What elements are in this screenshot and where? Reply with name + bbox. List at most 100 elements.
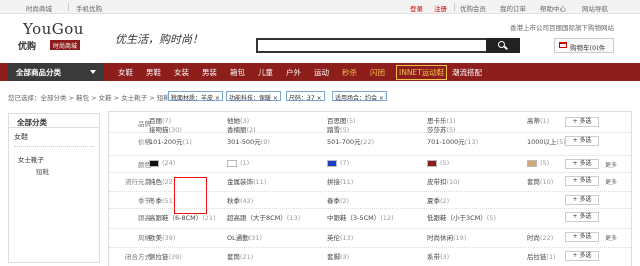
filter-option[interactable]: 系带(3)	[427, 251, 449, 261]
filter-option[interactable]: 英伦(13)	[327, 232, 353, 242]
sidebar-item-womens-shoes[interactable]: 女鞋	[14, 132, 28, 142]
filter-option[interactable]: 夏季(2)	[427, 195, 449, 205]
color-swatch[interactable]	[227, 160, 237, 167]
chip-label: 尺码：37 ×	[289, 95, 322, 102]
category-sidebar: 全部分类 女鞋 女士靴子 短靴	[8, 113, 100, 263]
filter-label: 价格	[138, 138, 151, 146]
vip-link[interactable]: 优购会员	[460, 3, 486, 13]
sidebar-item-ankle-boots[interactable]: 短靴	[36, 166, 49, 176]
nav-item[interactable]: 女鞋	[118, 67, 133, 78]
filter-option-label: 低跟鞋（小于3CM）	[427, 214, 487, 222]
filter-option[interactable]: 701-1000元(13)	[427, 136, 478, 146]
logo-wordmark[interactable]: YouGou	[23, 20, 84, 38]
filter-option-label: 后拉链	[527, 253, 547, 261]
filter-option[interactable]: 501-700元(22)	[327, 136, 374, 146]
filter-option[interactable]: 套筒(10)	[527, 176, 553, 186]
nav-item-flash-sale[interactable]: 秒杀	[342, 67, 357, 78]
filter-option-label: 纯色	[149, 178, 162, 186]
color-swatch[interactable]	[527, 160, 537, 167]
nav-item[interactable]: 户外	[286, 67, 301, 78]
multi-select-button[interactable]: + 多选	[565, 212, 599, 222]
cart-label: 购物车(0)件	[570, 44, 606, 52]
search-input[interactable]	[256, 38, 488, 53]
all-categories-menu[interactable]: 全部商品分类	[8, 63, 104, 81]
sitemap-link[interactable]: 网站导航	[582, 3, 608, 13]
filter-option-count: (13)	[340, 234, 354, 242]
orders-link[interactable]: 我的订单	[500, 3, 526, 13]
filter-option[interactable]: 高蒂(1)	[527, 115, 549, 125]
filter-option[interactable]: (5)	[440, 159, 449, 167]
multi-select-button[interactable]: + 多选	[565, 159, 599, 169]
filter-option[interactable]: (5)	[540, 159, 549, 167]
filter-option[interactable]: (1)	[240, 159, 249, 167]
filter-option[interactable]: 金属装饰(11)	[227, 176, 266, 186]
search-button[interactable]	[486, 38, 520, 53]
filter-label: 品牌	[138, 120, 151, 128]
filter-option[interactable]: 春季(2)	[327, 195, 349, 205]
nav-item-innet[interactable]: INNET运动鞋	[396, 65, 448, 80]
color-swatch[interactable]	[327, 160, 337, 167]
multi-select-button[interactable]: + 多选	[565, 251, 599, 261]
filter-option[interactable]: 套筒(21)	[227, 251, 253, 261]
filter-option[interactable]: 1000以上(5)	[527, 136, 566, 146]
filter-chip[interactable]: 功能科技：保暖 ×	[226, 91, 281, 102]
filter-option[interactable]: 纯色(22)	[149, 176, 175, 186]
nav-item[interactable]: 运动	[314, 67, 329, 78]
help-link[interactable]: 帮助中心	[540, 3, 566, 13]
multi-select-button[interactable]: + 多选	[565, 176, 599, 186]
filter-option[interactable]: 拼接(11)	[327, 176, 353, 186]
divider	[14, 146, 94, 147]
nav-item[interactable]: 潮流搭配	[452, 67, 482, 78]
filter-option[interactable]: 后拉链(1)	[527, 251, 556, 261]
filter-option[interactable]: (7)	[340, 159, 349, 167]
filter-chip[interactable]: 尺码：37 ×	[286, 91, 325, 102]
filter-option[interactable]: 时尚(22)	[527, 232, 553, 242]
filter-option-label: 时尚休闲	[427, 234, 453, 242]
nav-item[interactable]: 男鞋	[146, 67, 161, 78]
filter-option[interactable]: 超高跟（大于8CM）(13)	[227, 212, 300, 222]
logo-tag: 时尚商城	[50, 40, 81, 50]
filter-option[interactable]: 时尚休闲(19)	[427, 232, 466, 242]
nav-item-group-buy[interactable]: 闪团	[370, 67, 385, 78]
filter-option[interactable]: 中跟鞋（3-5CM）(12)	[327, 212, 394, 222]
divider	[68, 3, 69, 11]
filter-option[interactable]: 套脚(3)	[327, 251, 349, 261]
filter-option[interactable]: 低跟鞋（小于3CM）(5)	[427, 212, 496, 222]
color-swatch[interactable]	[149, 160, 159, 167]
filter-option[interactable]: 冬季(51)	[149, 195, 175, 205]
filter-option[interactable]: (24)	[162, 159, 175, 167]
filter-chip[interactable]: 适用场合：约会 ×	[332, 91, 387, 102]
register-link[interactable]: 注册	[434, 3, 447, 13]
nav-item[interactable]: 男装	[202, 67, 217, 78]
filter-option-label: 系带	[427, 253, 440, 261]
filter-option[interactable]: 皮带扣(10)	[427, 176, 460, 186]
filter-option[interactable]: 秋季(42)	[227, 195, 253, 205]
multi-select-button[interactable]: + 多选	[565, 117, 599, 127]
multi-select-button[interactable]: + 多选	[565, 232, 599, 242]
nav-item[interactable]: 儿童	[258, 67, 273, 78]
nav-item[interactable]: 女装	[174, 67, 189, 78]
multi-select-button[interactable]: + 多选	[565, 136, 599, 146]
sidebar-header: 全部分类	[9, 114, 99, 128]
more-button[interactable]: 更多	[605, 160, 617, 169]
filter-option-count: (9)	[260, 138, 270, 146]
sidebar-item-womens-boots[interactable]: 女士靴子	[18, 154, 44, 164]
mobile-link[interactable]: 手机优购	[76, 3, 102, 13]
filter-option[interactable]: 101-200元(1)	[149, 136, 192, 146]
color-swatch[interactable]	[427, 160, 437, 167]
filter-option-count: (1)	[540, 117, 550, 125]
nav-item[interactable]: 箱包	[230, 67, 245, 78]
filter-option[interactable]: OL通勤(31)	[227, 232, 262, 242]
multi-select-button[interactable]: + 多选	[565, 195, 599, 205]
filter-chip[interactable]: 靴面材质：羊皮 ×	[168, 91, 223, 102]
more-button[interactable]: 更多	[605, 177, 617, 186]
chip-label: 靴面材质：羊皮 ×	[171, 95, 220, 102]
filter-option-label: 秋季	[227, 197, 240, 205]
site-home-link[interactable]: 时尚商城	[26, 3, 52, 13]
filter-option[interactable]: 301-500元(9)	[227, 136, 270, 146]
cart-button[interactable]: 购物车(0)件	[554, 38, 614, 53]
login-link[interactable]: 登录	[410, 3, 423, 13]
filter-option[interactable]: 侧拉链(39)	[149, 251, 182, 261]
filter-option[interactable]: 欧美(39)	[149, 232, 175, 242]
more-button[interactable]: 更多	[605, 233, 617, 242]
